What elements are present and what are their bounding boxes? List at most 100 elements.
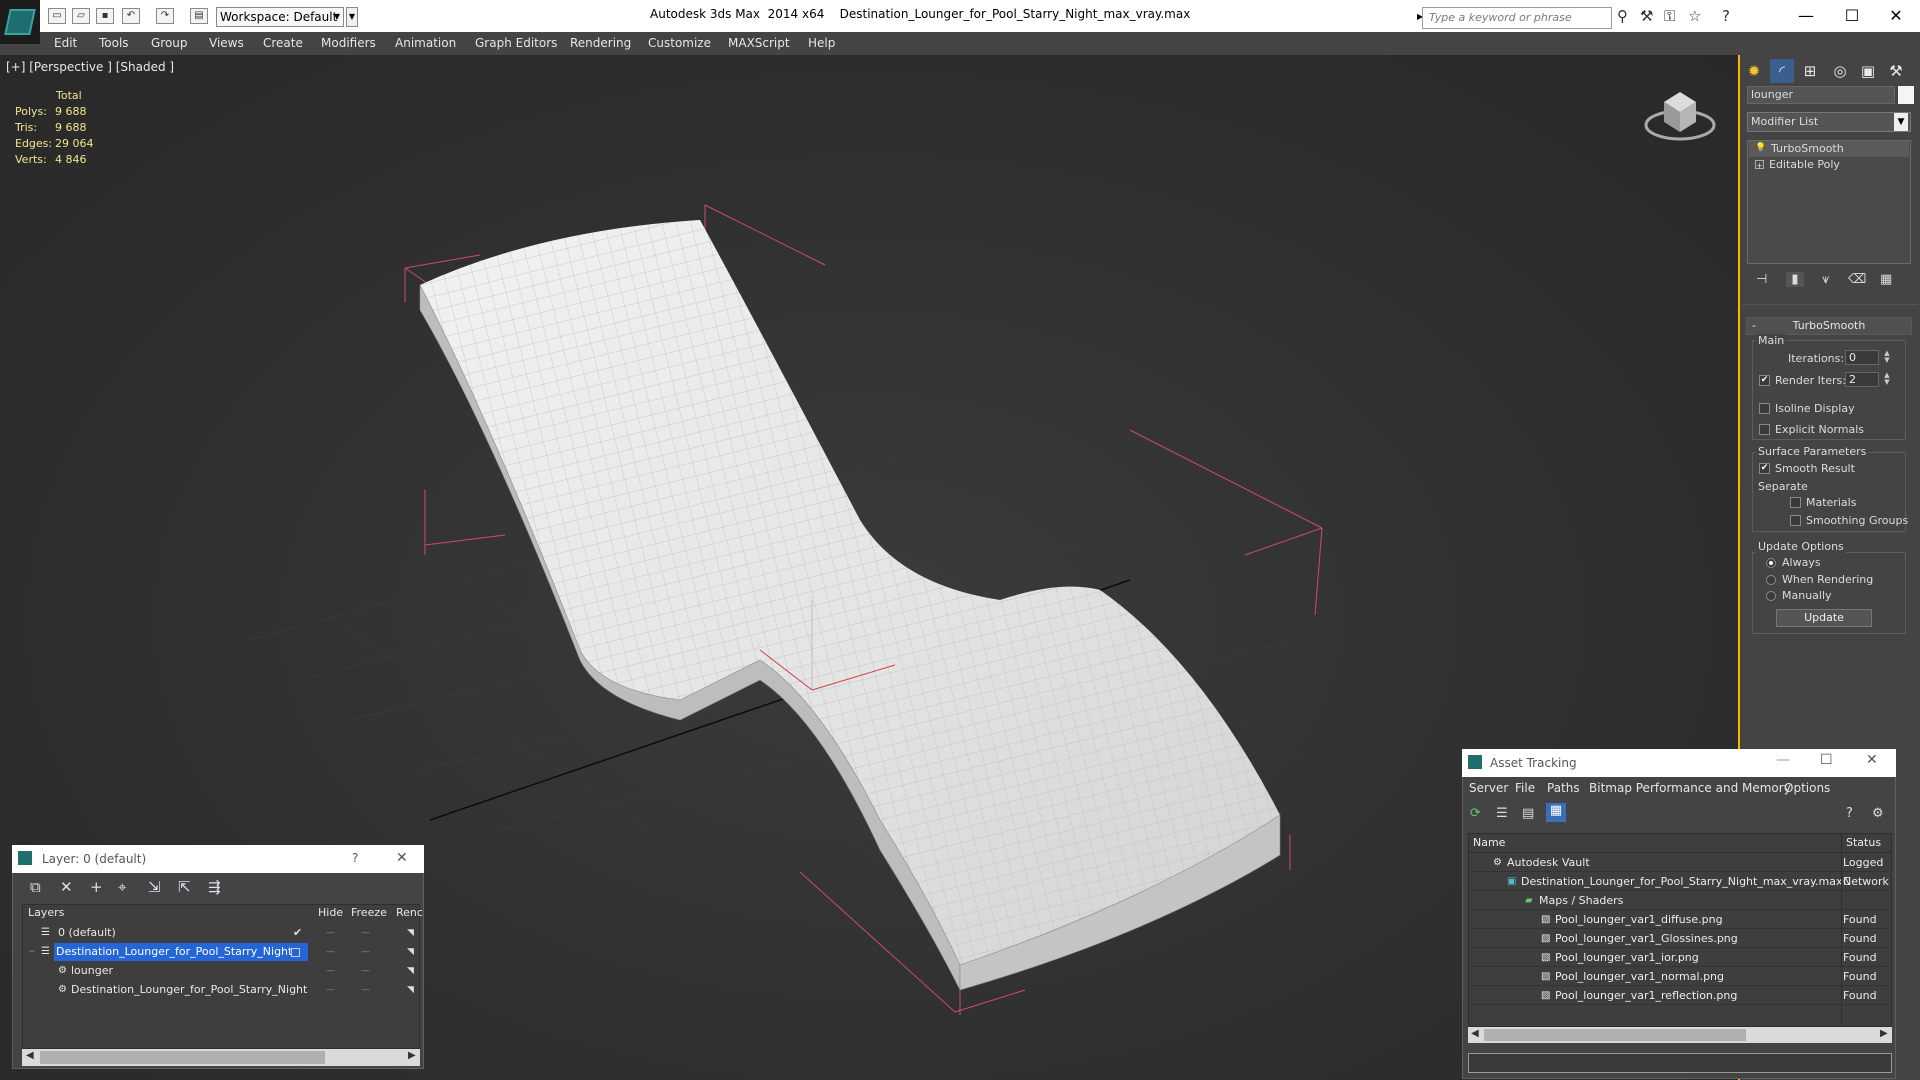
help-icon[interactable]: ? (1722, 9, 1730, 24)
project-folder-icon[interactable]: ▤ (190, 8, 208, 24)
menu-modifiers[interactable]: Modifiers (321, 36, 376, 50)
render-iters-checkbox[interactable]: ✔ (1759, 375, 1770, 386)
asset-scrollbar-thumb[interactable] (1484, 1029, 1746, 1041)
render-toggle[interactable]: ◥ (407, 981, 414, 999)
object-color-swatch[interactable] (1898, 86, 1914, 104)
col-status[interactable]: Status (1846, 836, 1881, 849)
signin-icon[interactable]: ⚿ (1664, 9, 1675, 24)
render-toggle[interactable]: ◥ (407, 943, 414, 961)
asset-row-glossines[interactable]: ▧ Pool_lounger_var1_Glossines.png Found (1469, 929, 1891, 948)
scroll-left-icon[interactable]: ◀ (1471, 1028, 1479, 1039)
select-layer-objects-icon[interactable]: ⌖ (118, 878, 126, 896)
scroll-right-icon[interactable]: ▶ (408, 1050, 416, 1061)
when-rendering-radio[interactable] (1766, 575, 1776, 585)
layer-name[interactable]: 0 (default) (56, 924, 118, 942)
hide-toggle[interactable]: — (326, 981, 335, 999)
app-logo-button[interactable] (0, 0, 40, 44)
layer-name[interactable]: Destination_Lounger_for_Pool_Starry_Nigh… (54, 943, 308, 961)
create-tab-icon[interactable]: ✹ (1742, 59, 1766, 83)
show-end-result-icon[interactable]: ▮ (1786, 272, 1804, 287)
spinner-arrows-icon[interactable]: ▲ ▼ (1882, 372, 1892, 387)
col-hide[interactable]: Hide (318, 906, 343, 919)
modify-tab-icon[interactable]: ◜ (1770, 59, 1794, 83)
scroll-right-icon[interactable]: ▶ (1880, 1028, 1888, 1039)
table-view-icon[interactable]: ▤ (1522, 806, 1534, 821)
freeze-toggle[interactable]: — (361, 981, 370, 999)
asset-row-vault[interactable]: ⚙ Autodesk Vault Logged C (1469, 853, 1891, 888)
configure-sets-icon[interactable]: ▦ (1880, 272, 1892, 287)
close-button[interactable]: ✕ (1876, 4, 1916, 28)
layer-close-button[interactable]: ✕ (396, 850, 408, 866)
render-toggle[interactable]: ◥ (407, 962, 414, 980)
favorites-star-icon[interactable]: ☆ (1688, 9, 1701, 24)
viewport-label[interactable]: [+] [Perspective ] [Shaded ] (6, 60, 174, 74)
asset-maximize-button[interactable]: ☐ (1820, 752, 1833, 768)
current-layer-icon[interactable]: ⇶ (208, 878, 221, 896)
layer-row-destination[interactable]: − ☰ Destination_Lounger_for_Pool_Starry_… (23, 943, 419, 961)
object-name[interactable]: lounger (71, 962, 113, 980)
asset-row-maps[interactable]: ▰ Maps / Shaders (1469, 891, 1891, 910)
menu-maxscript[interactable]: MAXScript (728, 36, 790, 50)
asset-row-ior[interactable]: ▧ Pool_lounger_var1_ior.png Found (1469, 948, 1891, 967)
remove-modifier-icon[interactable]: ⌫ (1848, 272, 1866, 287)
hierarchy-tab-icon[interactable]: ⊞ (1798, 59, 1822, 83)
hide-toggle[interactable]: — (326, 924, 335, 942)
stack-item-editable-poly[interactable]: + Editable Poly (1749, 157, 1909, 173)
asset-row-diffuse[interactable]: ▧ Pool_lounger_var1_diffuse.png Found (1469, 910, 1891, 929)
asset-menu-options[interactable]: Options (1784, 781, 1830, 795)
communication-icon[interactable]: ⚒ (1640, 9, 1653, 24)
render-iters-spinner[interactable]: 2 (1845, 372, 1879, 387)
menu-customize[interactable]: Customize (648, 36, 711, 50)
stack-item-turbosmooth[interactable]: 💡 TurboSmooth (1749, 141, 1909, 157)
smooth-result-checkbox[interactable]: ✔ (1759, 463, 1770, 474)
menu-animation[interactable]: Animation (395, 36, 456, 50)
menu-graph-editors[interactable]: Graph Editors (475, 36, 557, 50)
always-radio[interactable] (1766, 558, 1776, 568)
lightbulb-icon[interactable]: 💡 (1755, 144, 1766, 154)
asset-close-button[interactable]: ✕ (1866, 752, 1878, 768)
open-file-icon[interactable]: ▱ (72, 8, 90, 24)
freeze-toggle[interactable]: — (361, 962, 370, 980)
col-name[interactable]: Name (1473, 836, 1505, 849)
asset-path-field[interactable] (1468, 1053, 1892, 1073)
asset-menu-bitmap[interactable]: Bitmap Performance and Memory (1589, 781, 1791, 795)
grid-view-icon[interactable]: ▦ (1546, 803, 1566, 822)
asset-settings-icon[interactable]: ⚙ (1872, 806, 1884, 821)
layer-row-default[interactable]: ☰ 0 (default) ✔ — — ◥ (23, 924, 419, 942)
hide-toggle[interactable]: — (326, 962, 335, 980)
object-name[interactable]: Destination_Lounger_for_Pool_Starry_Nigh… (71, 981, 307, 999)
display-tab-icon[interactable]: ▣ (1856, 59, 1880, 83)
explicit-normals-checkbox[interactable] (1759, 424, 1770, 435)
spinner-arrows-icon[interactable]: ▲ ▼ (1882, 350, 1892, 365)
isoline-display-checkbox[interactable] (1759, 403, 1770, 414)
add-to-layer-icon[interactable]: ⇲ (148, 878, 161, 896)
menu-help[interactable]: Help (808, 36, 835, 50)
menu-create[interactable]: Create (263, 36, 303, 50)
asset-help-icon[interactable]: ? (1846, 806, 1853, 821)
layer-row-destination-object[interactable]: ⚙ Destination_Lounger_for_Pool_Starry_Ni… (23, 981, 419, 999)
freeze-toggle[interactable]: — (361, 943, 370, 961)
col-freeze[interactable]: Freeze (351, 906, 387, 919)
layer-dialog-title[interactable]: Layer: 0 (default) (12, 845, 424, 873)
col-render[interactable]: Renc (396, 906, 423, 919)
col-layers[interactable]: Layers (28, 906, 64, 919)
new-layer-icon[interactable]: + (90, 878, 103, 896)
asset-row-normal[interactable]: ▧ Pool_lounger_var1_normal.png Found (1469, 967, 1891, 986)
asset-menu-server[interactable]: Server (1469, 781, 1508, 795)
object-name-input[interactable]: lounger (1747, 86, 1895, 104)
save-file-icon[interactable]: ▪ (96, 8, 114, 24)
workspace-dropdown[interactable]: Workspace: Default ▼ (216, 7, 344, 27)
iterations-spinner[interactable]: 0 (1845, 350, 1879, 365)
redo-icon[interactable]: ↷ (156, 8, 174, 24)
layer-help-button[interactable]: ? (352, 851, 358, 865)
scroll-left-icon[interactable]: ◀ (26, 1050, 34, 1061)
minimize-button[interactable]: — (1786, 4, 1826, 28)
update-button[interactable]: Update (1776, 609, 1872, 627)
materials-checkbox[interactable] (1790, 497, 1801, 508)
make-unique-icon[interactable]: ⩛ (1822, 272, 1829, 287)
active-layer-check[interactable]: ✔ (293, 924, 302, 942)
modifier-list-dropdown[interactable]: Modifier List ▼ (1747, 112, 1911, 132)
workspace-menu-button[interactable]: ▼ (346, 7, 358, 27)
list-view-icon[interactable]: ☰ (1496, 806, 1508, 821)
asset-row-maxfile[interactable]: ▣ Destination_Lounger_for_Pool_Starry_Nig… (1469, 872, 1891, 891)
